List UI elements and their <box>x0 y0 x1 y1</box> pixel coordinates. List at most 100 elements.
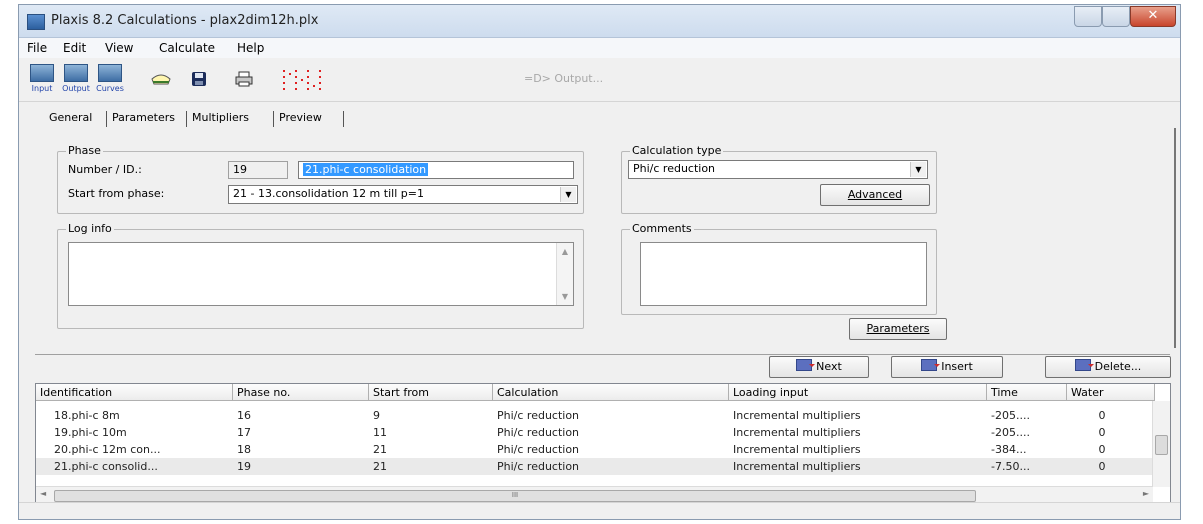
table-cell: Phi/c reduction <box>497 409 580 422</box>
comments-label: Comments <box>630 222 694 235</box>
log-info-group: Log info ▲ ▼ <box>57 222 584 329</box>
table-cell: -205.... <box>991 409 1030 422</box>
output-button[interactable]: =D> Output... <box>524 72 603 85</box>
output-program-button[interactable]: Output <box>61 64 91 98</box>
table-cell: 0 <box>1098 460 1106 473</box>
comments-group: Comments <box>621 222 937 315</box>
phase-id-text: 21.phi-c consolidation <box>303 163 429 176</box>
title-bar[interactable]: Plaxis 8.2 Calculations - plax2dim12h.pl… <box>19 5 1180 38</box>
tab-multipliers[interactable]: Multipliers <box>192 111 249 124</box>
table-cell: 21 <box>373 460 387 473</box>
calculation-type-value: Phi/c reduction <box>633 162 716 175</box>
scroll-down-icon[interactable]: ▼ <box>557 292 573 301</box>
table-cell: 16 <box>237 409 251 422</box>
table-cell: 0 <box>1098 426 1106 439</box>
tab-preview[interactable]: Preview <box>279 111 322 124</box>
parameters-label: Parameters <box>866 322 930 335</box>
table-vertical-scrollbar[interactable] <box>1152 401 1170 487</box>
col-identification[interactable]: Identification <box>36 384 233 401</box>
phase-group: Phase Number / ID.: 19 21.phi-c consolid… <box>57 144 584 214</box>
close-button[interactable]: ✕ <box>1130 6 1176 27</box>
table-cell: 21.phi-c consolid... <box>54 460 158 473</box>
number-id-label: Number / ID.: <box>68 163 142 176</box>
table-cell: 0 <box>1098 409 1106 422</box>
table-cell: 21 <box>373 443 387 456</box>
table-cell: Incremental multipliers <box>733 443 861 456</box>
parameters-button[interactable]: Parameters <box>849 318 947 340</box>
open-icon[interactable] <box>151 71 171 87</box>
table-cell: 11 <box>373 426 387 439</box>
plaxis-app-icon <box>27 14 45 30</box>
col-phase-no[interactable]: Phase no. <box>233 384 369 401</box>
phase-number-field: 19 <box>228 161 288 179</box>
col-water[interactable]: Water <box>1067 384 1155 401</box>
delete-button[interactable]: Delete... <box>1045 356 1171 378</box>
input-icon <box>30 64 54 82</box>
input-label: Input <box>31 84 53 93</box>
tab-parameters[interactable]: Parameters <box>112 111 175 124</box>
input-button[interactable]: Input <box>27 64 57 98</box>
insert-button[interactable]: Insert <box>891 356 1003 378</box>
col-start-from[interactable]: Start from <box>369 384 493 401</box>
table-row[interactable]: 18.phi-c 8m 16 9 Phi/c reduction Incremental… <box>36 407 1153 424</box>
start-from-phase-value: 21 - 13.consolidation 12 m till p=1 <box>233 187 424 200</box>
tab-separator <box>273 111 274 127</box>
maximize-button[interactable] <box>1102 6 1130 27</box>
table-horizontal-thumb[interactable]: III <box>54 490 976 502</box>
save-icon[interactable] <box>191 71 207 87</box>
advanced-label: Advanced <box>847 188 903 201</box>
print-icon[interactable] <box>235 71 253 87</box>
table-cell: -384... <box>991 443 1027 456</box>
status-bar <box>19 502 1180 519</box>
scroll-right-icon[interactable]: ► <box>1143 489 1149 498</box>
advanced-button[interactable]: Advanced <box>820 184 930 206</box>
curves-icon <box>98 64 122 82</box>
table-row[interactable]: 19.phi-c 10m 17 11 Phi/c reduction Increment… <box>36 424 1153 441</box>
panel-divider <box>35 354 1170 355</box>
phase-id-input[interactable]: 21.phi-c consolidation <box>298 161 574 179</box>
table-cell: 18.phi-c 8m <box>54 409 120 422</box>
table-row[interactable]: 20.phi-c 12m con... 18 21 Phi/c reduction In… <box>36 441 1153 458</box>
toolbar: Input Output Curves =D> Output... <box>19 59 1180 102</box>
scroll-left-icon[interactable]: ◄ <box>40 489 46 498</box>
next-button[interactable]: Next <box>769 356 869 378</box>
minimize-button[interactable] <box>1074 6 1102 27</box>
table-cell: -205.... <box>991 426 1030 439</box>
table-cell: 0 <box>1098 443 1106 456</box>
table-vertical-thumb[interactable] <box>1155 435 1168 455</box>
start-from-phase-label: Start from phase: <box>68 187 165 200</box>
tab-separator <box>343 111 344 127</box>
menu-view[interactable]: View <box>105 41 133 55</box>
start-from-phase-dropdown[interactable]: 21 - 13.consolidation 12 m till p=1 ▼ <box>228 185 578 204</box>
log-info-textarea[interactable]: ▲ ▼ <box>68 242 574 306</box>
insert-icon <box>921 359 941 371</box>
calculations-window: Plaxis 8.2 Calculations - plax2dim12h.pl… <box>18 4 1181 520</box>
table-cell: 17 <box>237 426 251 439</box>
table-cell: 9 <box>373 409 380 422</box>
table-cell: 19.phi-c 10m <box>54 426 127 439</box>
col-calculation[interactable]: Calculation <box>493 384 729 401</box>
menu-calculate[interactable]: Calculate <box>159 41 215 55</box>
log-info-label: Log info <box>66 222 114 235</box>
log-info-scrollbar[interactable]: ▲ ▼ <box>556 243 573 305</box>
table-row[interactable]: 21.phi-c consolid... 19 21 Phi/c reduction I… <box>36 458 1153 475</box>
select-points-icon[interactable] <box>281 68 325 94</box>
col-time[interactable]: Time <box>987 384 1067 401</box>
col-loading-input[interactable]: Loading input <box>729 384 987 401</box>
table-cell: Phi/c reduction <box>497 443 580 456</box>
calculation-type-dropdown[interactable]: Phi/c reduction ▼ <box>628 160 928 179</box>
menu-file[interactable]: File <box>27 41 47 55</box>
phases-table: Identification Phase no. Start from Calc… <box>35 383 1171 505</box>
comments-textarea[interactable] <box>640 242 927 306</box>
chevron-down-icon[interactable]: ▼ <box>560 187 576 202</box>
chevron-down-icon[interactable]: ▼ <box>910 162 926 177</box>
menu-edit[interactable]: Edit <box>63 41 86 55</box>
tab-separator <box>186 111 187 127</box>
output-icon <box>64 64 88 82</box>
tab-general[interactable]: General <box>49 111 92 124</box>
table-header: Identification Phase no. Start from Calc… <box>36 384 1170 402</box>
scroll-up-icon[interactable]: ▲ <box>557 247 573 256</box>
menu-help[interactable]: Help <box>237 41 264 55</box>
curves-button[interactable]: Curves <box>95 64 125 98</box>
tab-separator <box>106 111 107 127</box>
